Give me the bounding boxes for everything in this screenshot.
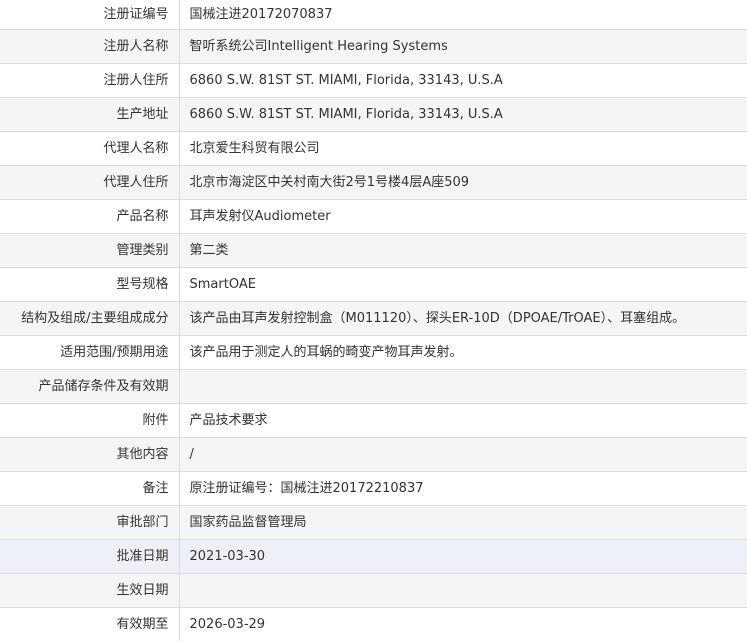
row-label: 产品名称	[0, 199, 180, 234]
row-registrant-address: 注册人住所 6860 S.W. 81ST ST. MIAMI, Florida,…	[0, 63, 747, 98]
row-value	[179, 573, 747, 608]
row-value: 2021-03-30	[179, 539, 747, 574]
row-label: 批准日期	[0, 539, 180, 574]
row-value: 该产品用于测定人的耳蜗的畸变产物耳声发射。	[179, 335, 747, 370]
row-label: 适用范围/预期用途	[0, 335, 180, 370]
row-label: 备注	[0, 471, 180, 506]
row-value	[179, 369, 747, 404]
row-model-spec: 型号规格 SmartOAE	[0, 267, 747, 302]
row-label: 生产地址	[0, 97, 180, 132]
row-intended-use: 适用范围/预期用途 该产品用于测定人的耳蜗的畸变产物耳声发射。	[0, 335, 747, 370]
row-value: 2026-03-29	[189, 616, 266, 632]
row-label: 附件	[0, 403, 180, 438]
row-value: 耳声发射仪Audiometer	[179, 199, 747, 234]
row-value: 国家药品监督管理局	[179, 505, 747, 540]
row-label: 代理人住所	[0, 165, 180, 200]
registration-detail-table: 注册证编号 国械注进20172070837 注册人名称 智听系统公司Intell…	[0, 0, 747, 641]
row-value: 6860 S.W. 81ST ST. MIAMI, Florida, 33143…	[179, 63, 747, 98]
row-value: 6860 S.W. 81ST ST. MIAMI, Florida, 33143…	[179, 97, 747, 132]
row-approval-date: 批准日期 2021-03-30	[0, 539, 747, 574]
row-registration-number: 注册证编号 国械注进20172070837	[0, 0, 747, 30]
row-value: 国械注进20172070837	[179, 0, 747, 30]
row-agent-address: 代理人住所 北京市海淀区中关村南大街2号1号楼4层A座509	[0, 165, 747, 200]
row-value: 北京市海淀区中关村南大街2号1号楼4层A座509	[179, 165, 747, 200]
row-value: 智听系统公司Intelligent Hearing Systems	[179, 29, 747, 64]
row-structure-composition: 结构及组成/主要组成成分 该产品由耳声发射控制盒（M011120）、探头ER-1…	[0, 301, 747, 336]
row-label: 结构及组成/主要组成成分	[0, 301, 180, 336]
row-value: 北京爱生科贸有限公司	[179, 131, 747, 166]
row-label: 有效期至	[0, 607, 180, 641]
row-product-name: 产品名称 耳声发射仪Audiometer	[0, 199, 747, 234]
row-label: 生效日期	[0, 573, 180, 608]
row-value: 原注册证编号：国械注进20172210837	[179, 471, 747, 506]
row-effective-date: 生效日期	[0, 573, 747, 608]
row-production-address: 生产地址 6860 S.W. 81ST ST. MIAMI, Florida, …	[0, 97, 747, 132]
row-value: /	[179, 437, 747, 472]
row-label: 注册人名称	[0, 29, 180, 64]
row-label: 代理人名称	[0, 131, 180, 166]
row-label: 产品储存条件及有效期	[0, 369, 180, 404]
row-remarks: 备注 原注册证编号：国械注进20172210837	[0, 471, 747, 506]
row-registrant-name: 注册人名称 智听系统公司Intelligent Hearing Systems	[0, 29, 747, 64]
row-label: 注册人住所	[0, 63, 180, 98]
row-value: 该产品由耳声发射控制盒（M011120）、探头ER-10D（DPOAE/TrOA…	[179, 301, 747, 336]
row-label: 其他内容	[0, 437, 180, 472]
row-other-content: 其他内容 /	[0, 437, 747, 472]
row-label: 管理类别	[0, 233, 180, 268]
row-storage-conditions: 产品储存条件及有效期	[0, 369, 747, 404]
row-value: 产品技术要求	[179, 403, 747, 438]
row-value: SmartOAE	[179, 267, 747, 302]
row-label: 注册证编号	[0, 0, 180, 30]
row-management-category: 管理类别 第二类	[0, 233, 747, 268]
row-label: 审批部门	[0, 505, 180, 540]
row-attachment: 附件 产品技术要求	[0, 403, 747, 438]
row-agent-name: 代理人名称 北京爱生科贸有限公司	[0, 131, 747, 166]
row-value: 第二类	[179, 233, 747, 268]
row-approval-department: 审批部门 国家药品监督管理局	[0, 505, 747, 540]
row-valid-until: 有效期至 2026-03-29	[0, 607, 747, 641]
row-label: 型号规格	[0, 267, 180, 302]
